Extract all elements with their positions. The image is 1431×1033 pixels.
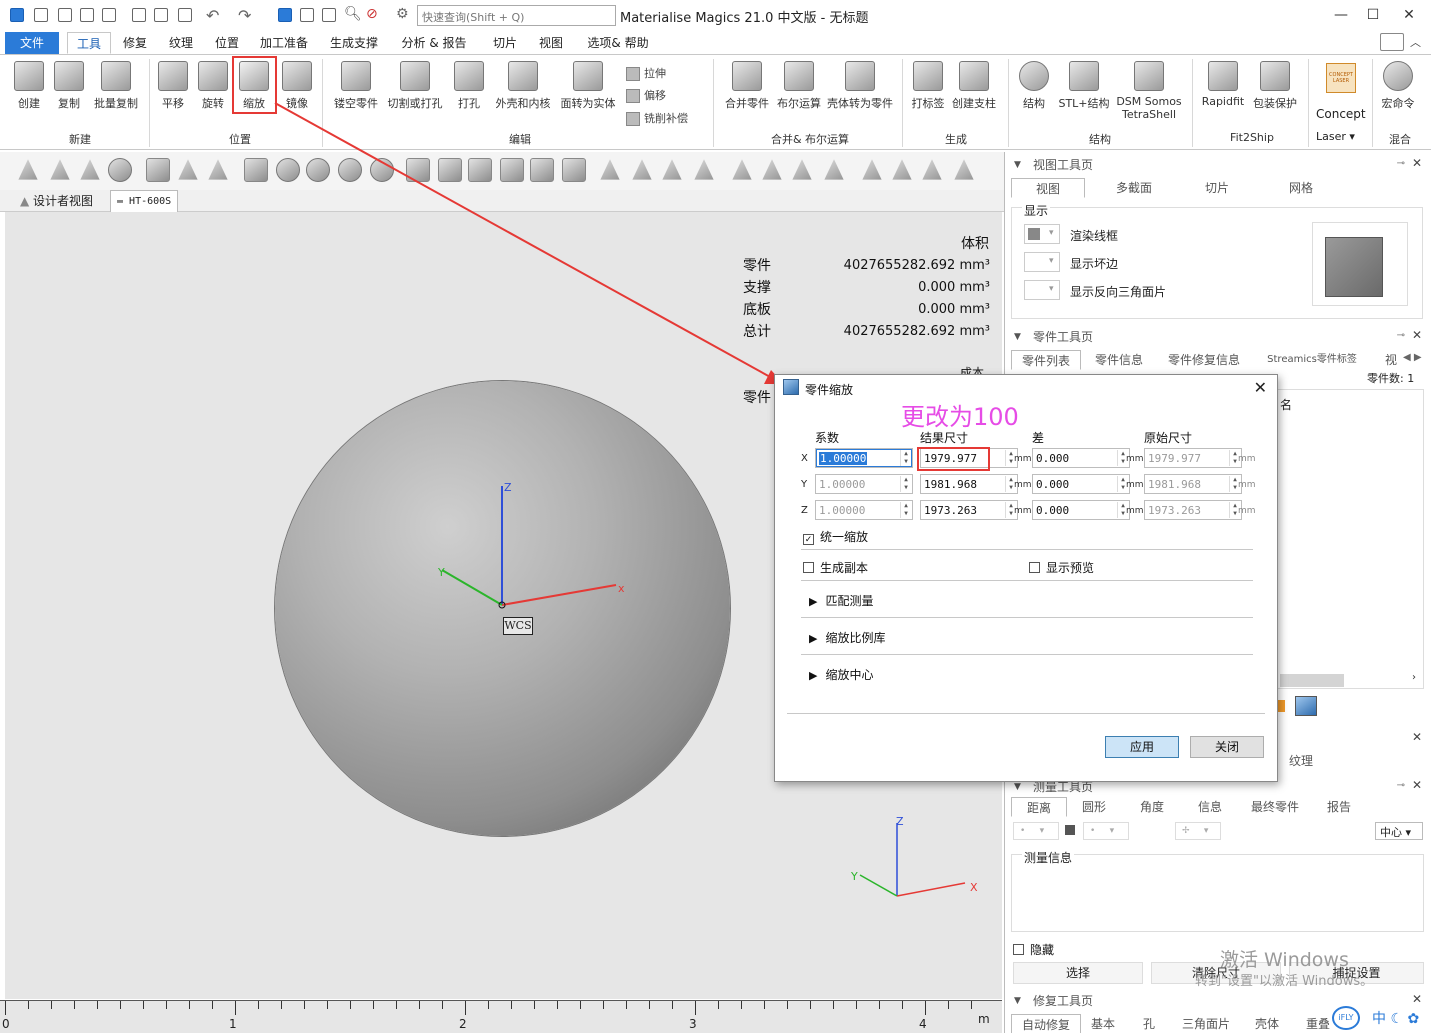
y-original-unit: mm [1238,480,1256,490]
z-result-unit: mm [1014,506,1032,516]
col-difference: 差 [1032,431,1045,445]
z-result-size-input[interactable]: 1973.263 ▲ ▼ [920,500,1018,520]
x-diff-unit: mm [1126,454,1144,464]
z-factor-input[interactable]: 1.00000 ▲ ▼ [815,500,913,520]
row-x-label: X [801,453,808,464]
y-result-size-input[interactable]: 1981.968 ▲ ▼ [920,474,1018,494]
z-diff-unit: mm [1126,506,1144,516]
separator [787,713,1265,714]
row-z-label: Z [801,505,808,516]
uniform-scale-checkbox[interactable]: ✓ 统一缩放 [803,528,868,545]
match-measure-expander[interactable]: 匹配测量 [809,592,873,609]
separator [801,549,1253,550]
y-original-input: 1981.968 ▲ ▼ [1144,474,1242,494]
annotation-text: 更改为100 [901,403,1019,431]
separator [801,617,1253,618]
col-original-size: 原始尺寸 [1144,431,1193,445]
y-diff-unit: mm [1126,480,1144,490]
close-dialog-button[interactable]: 关闭 [1190,736,1264,758]
x-original-input: 1979.977 ▲ ▼ [1144,448,1242,468]
z-original-input: 1973.263 ▲ ▼ [1144,500,1242,520]
result-size-highlight [917,447,990,471]
scale-dialog-icon [783,379,799,395]
col-result-size: 结果尺寸 [920,431,969,445]
dialog-title: 零件缩放 [805,383,854,397]
dialog-close-icon[interactable]: ✕ [1254,378,1267,397]
scale-library-expander[interactable]: 缩放比例库 [809,629,885,646]
z-original-unit: mm [1238,506,1256,516]
x-factor-input[interactable]: 1.00000 ▲ ▼ [815,448,913,468]
x-result-unit: mm [1014,454,1032,464]
separator [801,654,1253,655]
z-diff-input[interactable]: 0.000 ▲ ▼ [1032,500,1130,520]
y-result-unit: mm [1014,480,1032,490]
create-copy-checkbox[interactable]: 生成副本 [803,559,868,576]
show-preview-checkbox[interactable]: 显示预览 [1029,559,1094,576]
x-original-unit: mm [1238,454,1256,464]
y-factor-input[interactable]: 1.00000 ▲ ▼ [815,474,913,494]
magics-window: ↶ ↷ 🔍︎ ⊘ ⚙ 快速查询(Shift + Q) Materialise M… [0,0,1431,1033]
row-y-label: Y [801,479,808,490]
scale-center-expander[interactable]: 缩放中心 [809,666,873,683]
apply-button[interactable]: 应用 [1105,736,1179,758]
scale-part-dialog: 零件缩放 ✕ 更改为100 系数 结果尺寸 差 原始尺寸 X 1.00000 ▲ ▼… [774,374,1278,782]
x-diff-input[interactable]: 0.000 ▲ ▼ [1032,448,1130,468]
col-factor: 系数 [815,431,840,445]
y-diff-input[interactable]: 0.000 ▲ ▼ [1032,474,1130,494]
separator [801,580,1253,581]
